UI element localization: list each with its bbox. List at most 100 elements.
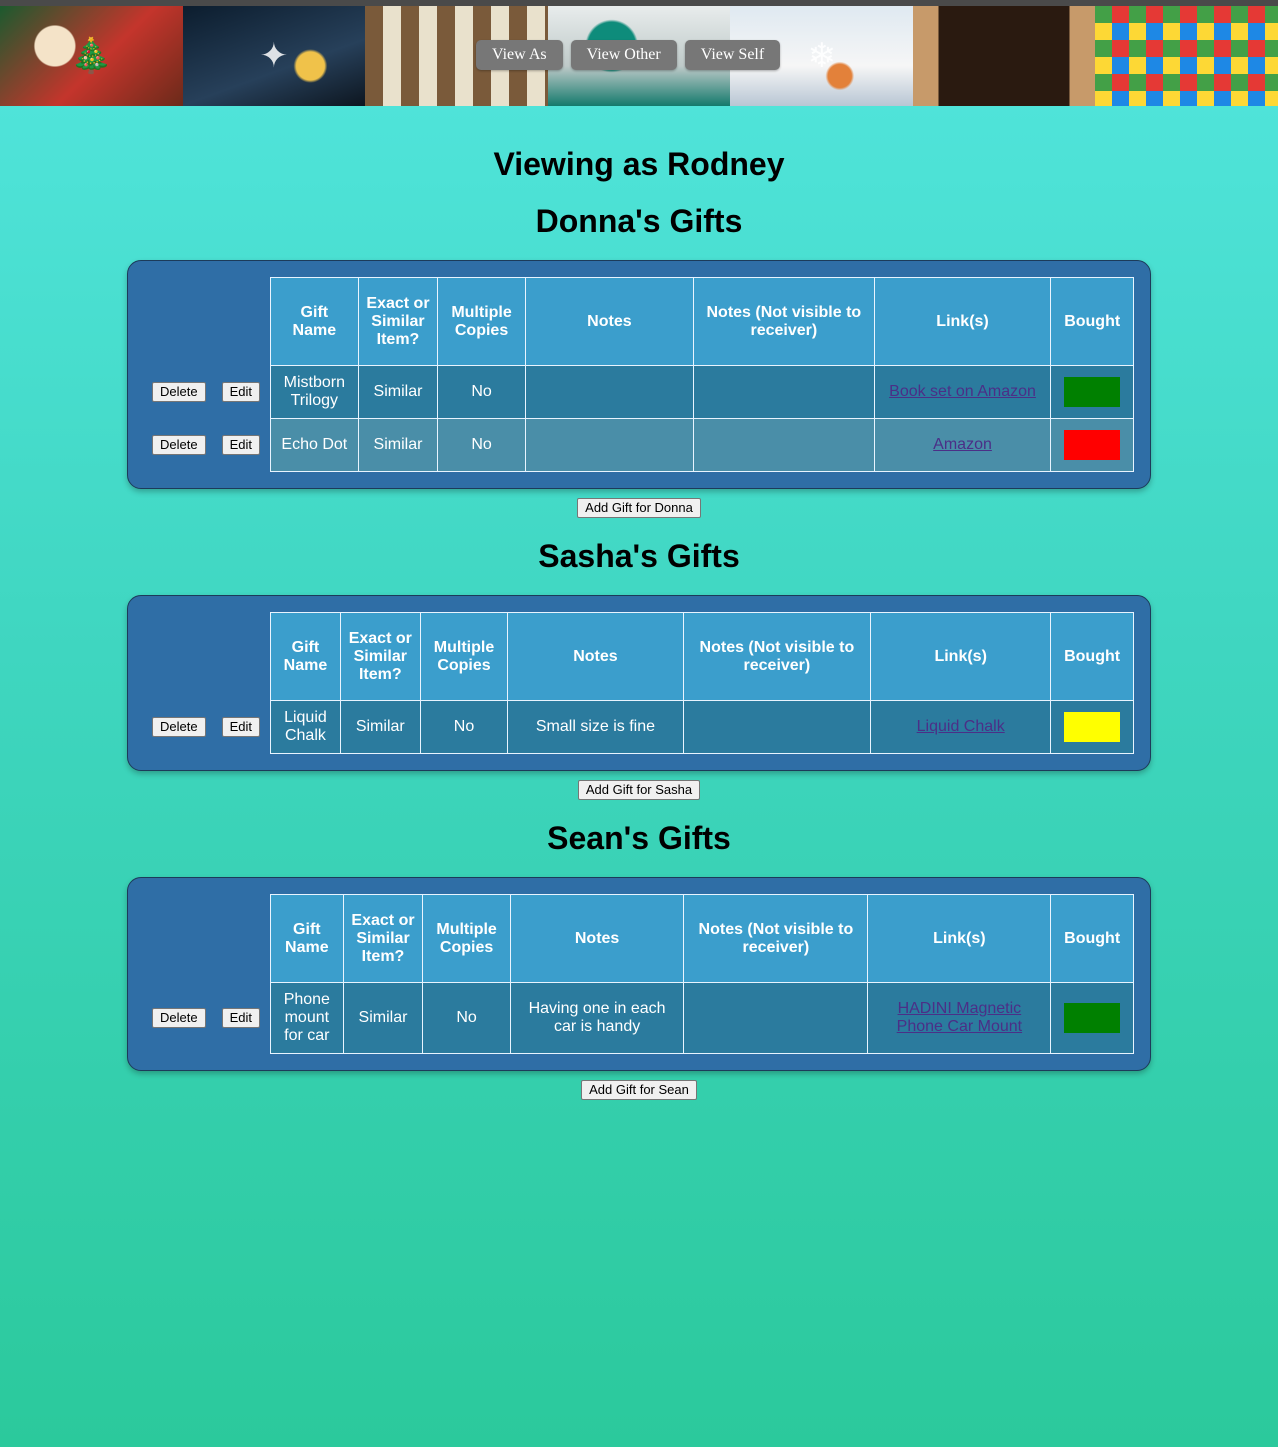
column-header: Multiple Copies	[437, 277, 526, 366]
gift-link[interactable]: HADINI Magnetic Phone Car Mount	[897, 1000, 1022, 1035]
banner-image-window-cat: ✦	[182, 6, 366, 106]
add-gift-wrapper: Add Gift for Donna	[0, 498, 1278, 518]
exact-or-similar-cell: Similar	[357, 418, 439, 472]
view-as-button[interactable]: View As	[476, 40, 563, 70]
delete-button[interactable]: Delete	[152, 717, 206, 737]
edit-button[interactable]: Edit	[221, 382, 260, 402]
column-header: Multiple Copies	[419, 612, 509, 701]
hidden-notes-cell	[683, 982, 869, 1054]
exact-or-similar-cell: Similar	[357, 365, 439, 419]
column-header: Gift Name	[270, 277, 359, 366]
bought-status-indicator[interactable]	[1064, 430, 1121, 460]
column-header: Exact or Similar Item?	[339, 612, 421, 701]
column-header: Exact or Similar Item?	[342, 894, 424, 983]
add-gift-wrapper: Add Gift for Sean	[0, 1080, 1278, 1100]
column-header: Notes (Not visible to receiver)	[682, 612, 872, 701]
column-header: Link(s)	[867, 894, 1052, 983]
tree-icon: 🎄	[70, 37, 113, 75]
row-actions: Delete Edit	[152, 717, 260, 737]
view-other-button[interactable]: View Other	[570, 40, 677, 70]
notes-cell	[524, 365, 695, 419]
exact-or-similar-cell: Similar	[339, 700, 421, 754]
multiple-copies-cell: No	[419, 700, 509, 754]
bought-status-indicator[interactable]	[1064, 1003, 1121, 1033]
column-header: Notes	[507, 612, 684, 701]
star-icon: ✦	[259, 37, 289, 75]
delete-button[interactable]: Delete	[152, 382, 206, 402]
gift-section: Donna's Gifts Delete Edit Delete Edit Gift Na…	[0, 203, 1278, 518]
column-header: Exact or Similar Item?	[357, 277, 439, 366]
delete-button[interactable]: Delete	[152, 435, 206, 455]
links-cell: Amazon	[873, 418, 1052, 472]
section-title: Donna's Gifts	[535, 203, 743, 239]
row-actions-column: Delete Edit	[152, 894, 270, 1054]
table-row: Liquid Chalk Similar No Small size is fine L…	[270, 700, 1134, 754]
column-header: Notes (Not visible to receiver)	[683, 894, 869, 983]
bought-cell	[1050, 418, 1134, 472]
banner-image-pop-art-cats	[1095, 6, 1278, 106]
gift-name-cell: Phone mount for car	[270, 982, 344, 1054]
section-title: Sasha's Gifts	[538, 538, 740, 574]
column-header: Bought	[1050, 612, 1134, 701]
bought-status-indicator[interactable]	[1064, 712, 1121, 742]
gifts-table: Gift Name Exact or Similar Item? Multiple …	[270, 894, 1134, 1054]
row-actions: Delete Edit	[152, 435, 260, 455]
column-header: Multiple Copies	[422, 894, 511, 983]
column-header: Bought	[1050, 894, 1134, 983]
hidden-notes-cell	[693, 418, 875, 472]
notes-cell: Small size is fine	[507, 700, 684, 754]
add-gift-button[interactable]: Add Gift for Sean	[581, 1080, 697, 1100]
gift-link[interactable]: Amazon	[933, 436, 992, 453]
column-header: Link(s)	[873, 277, 1052, 366]
hidden-notes-cell	[693, 365, 875, 419]
delete-button[interactable]: Delete	[152, 1008, 206, 1028]
notes-cell	[524, 418, 695, 472]
multiple-copies-cell: No	[422, 982, 511, 1054]
banner-image-christmas-cat: 🎄	[0, 6, 183, 106]
exact-or-similar-cell: Similar	[342, 982, 424, 1054]
gift-link[interactable]: Book set on Amazon	[889, 383, 1036, 400]
gift-name-cell: Mistborn Trilogy	[270, 365, 359, 419]
view-self-button[interactable]: View Self	[684, 40, 781, 70]
column-header: Notes	[509, 894, 685, 983]
gift-section: Sasha's Gifts Delete Edit Gift Name Exact or…	[0, 538, 1278, 800]
section-title: Sean's Gifts	[547, 820, 731, 856]
column-header: Notes (Not visible to receiver)	[693, 277, 875, 366]
page-title: Viewing as Rodney	[493, 146, 785, 182]
column-header: Gift Name	[270, 894, 344, 983]
edit-button[interactable]: Edit	[221, 1008, 260, 1028]
add-gift-button[interactable]: Add Gift for Donna	[577, 498, 701, 518]
gift-link[interactable]: Liquid Chalk	[917, 718, 1005, 735]
row-actions: Delete Edit	[152, 382, 260, 402]
bought-status-indicator[interactable]	[1064, 377, 1121, 407]
add-gift-button[interactable]: Add Gift for Sasha	[577, 780, 701, 800]
table-header-row: Gift Name Exact or Similar Item? Multiple …	[270, 612, 1134, 701]
table-header-row: Gift Name Exact or Similar Item? Multiple …	[270, 277, 1134, 366]
gift-list-card: Delete Edit Delete Edit Gift Name Exact or Si…	[127, 260, 1151, 489]
column-header: Bought	[1050, 277, 1134, 366]
gift-sections: Donna's Gifts Delete Edit Delete Edit Gift Na…	[0, 203, 1278, 1100]
links-cell: Liquid Chalk	[870, 700, 1052, 754]
gift-name-cell: Liquid Chalk	[270, 700, 341, 754]
bought-cell	[1050, 700, 1134, 754]
table-header-row: Gift Name Exact or Similar Item? Multiple …	[270, 894, 1134, 983]
gifts-table: Gift Name Exact or Similar Item? Multiple …	[270, 277, 1134, 472]
row-actions-column: Delete Edit	[152, 612, 270, 754]
multiple-copies-cell: No	[437, 365, 526, 419]
links-cell: HADINI Magnetic Phone Car Mount	[867, 982, 1052, 1054]
edit-button[interactable]: Edit	[221, 717, 260, 737]
header-banner: 🎄 ✦ ❄ View As View Other View Self	[0, 6, 1278, 106]
table-row: Echo Dot Similar No Amazon	[270, 418, 1134, 472]
add-gift-wrapper: Add Gift for Sasha	[0, 780, 1278, 800]
row-actions-column: Delete Edit Delete Edit	[152, 277, 270, 472]
table-row: Mistborn Trilogy Similar No Book set on Ama…	[270, 365, 1134, 419]
bought-cell	[1050, 982, 1134, 1054]
row-actions: Delete Edit	[152, 1008, 260, 1028]
edit-button[interactable]: Edit	[221, 435, 260, 455]
gift-section: Sean's Gifts Delete Edit Gift Name Exact or …	[0, 820, 1278, 1100]
table-row: Phone mount for car Similar No Having one i…	[270, 982, 1134, 1054]
notes-cell: Having one in each car is handy	[509, 982, 685, 1054]
snowflake-icon: ❄	[807, 37, 836, 75]
gift-list-card: Delete Edit Gift Name Exact or Similar Item…	[127, 595, 1151, 771]
column-header: Link(s)	[870, 612, 1052, 701]
